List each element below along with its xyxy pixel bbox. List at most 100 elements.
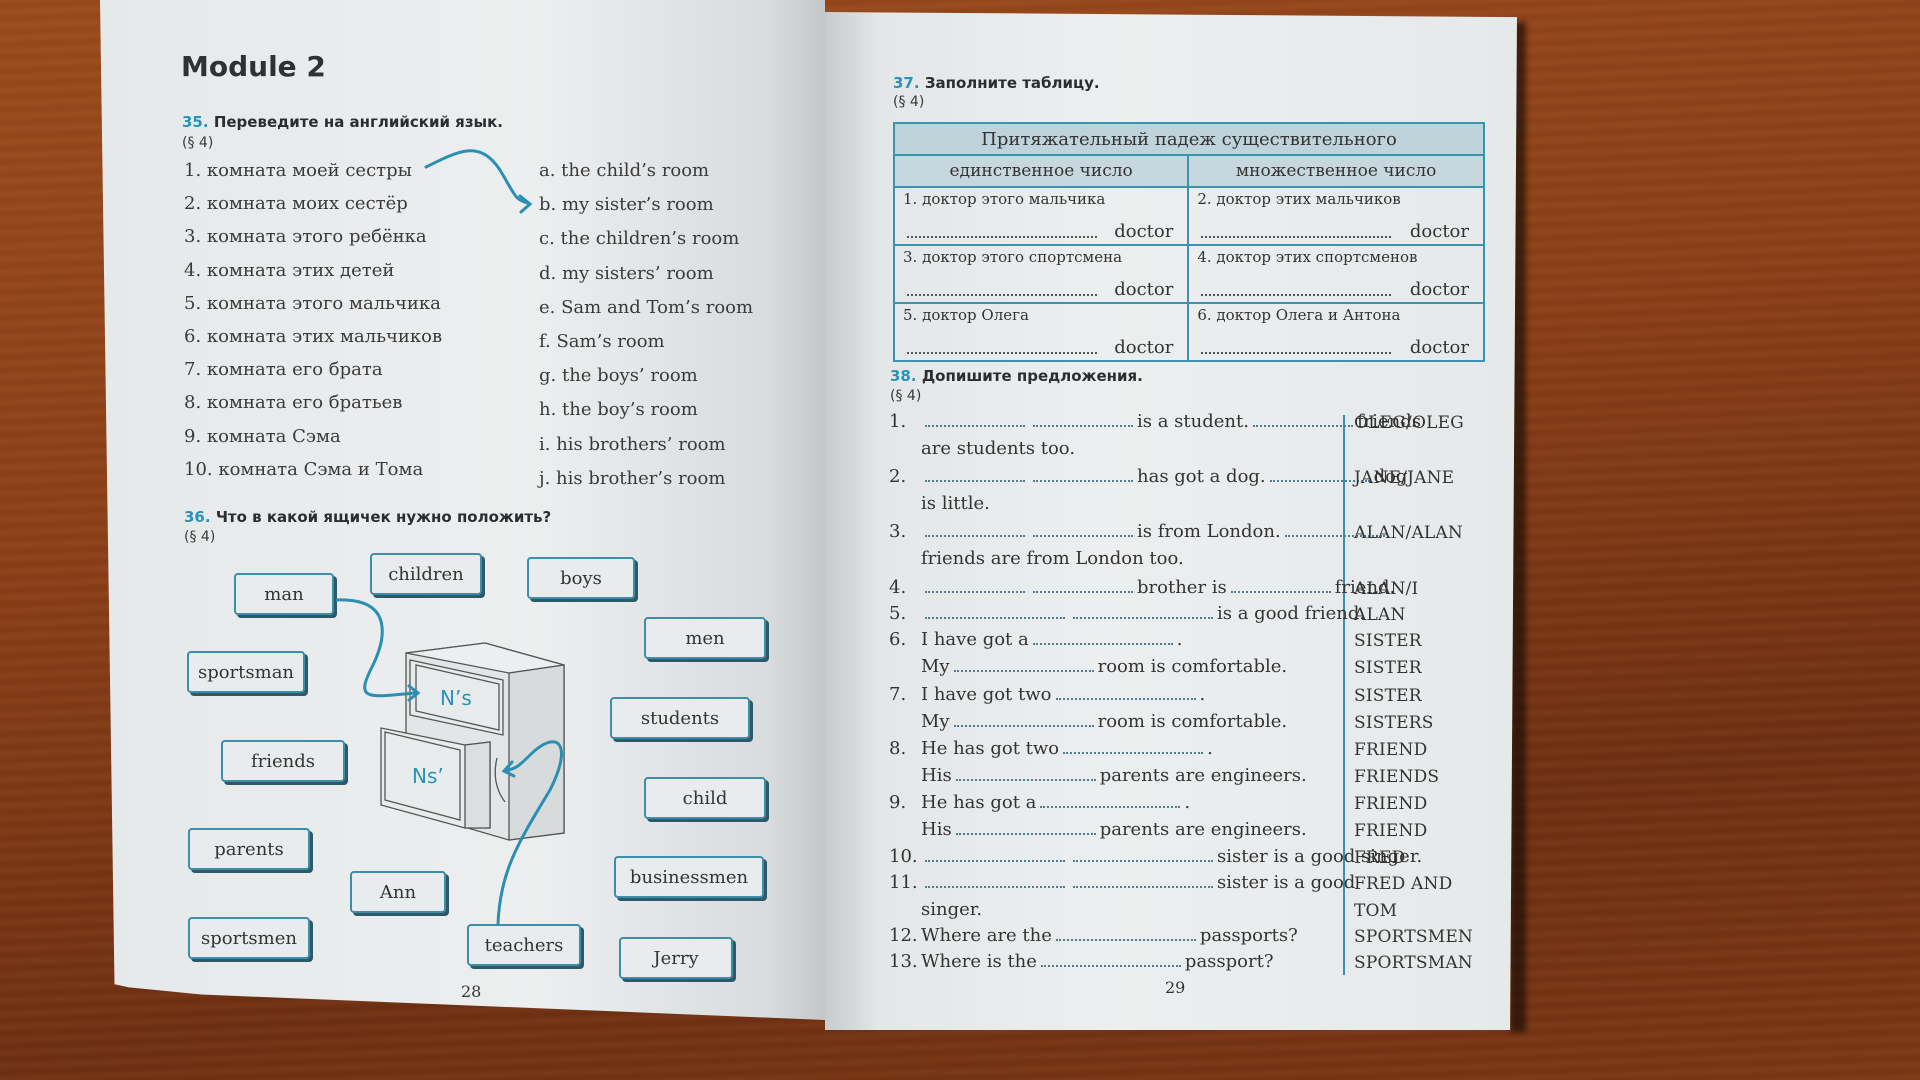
blank-input[interactable] — [1073, 874, 1213, 888]
sentence-text: Where are the — [921, 925, 1052, 946]
english-phrase: i. his brothers’ room — [539, 433, 726, 455]
sentence-text: He has got two — [921, 738, 1060, 759]
blank-line[interactable] — [1201, 294, 1392, 296]
table-row: 3. доктор этого спортсмена doctor 4. докт… — [892, 244, 1485, 304]
sentence-line: 11. sister is a good — [889, 872, 1355, 893]
blank-input[interactable] — [925, 848, 1065, 862]
paragraph-ref: (§ 4) — [890, 388, 922, 404]
blank-input[interactable] — [1063, 740, 1204, 754]
word-card[interactable]: sportsman — [187, 651, 305, 693]
sentence-text: He has got a — [921, 792, 1037, 813]
blank-input[interactable] — [1033, 523, 1133, 537]
exercise-number: 35. — [182, 113, 209, 131]
blank-input[interactable] — [1033, 413, 1133, 427]
sentence-line: 7. I have got two. — [889, 684, 1205, 705]
blank-input[interactable] — [955, 821, 1096, 835]
blank-line[interactable] — [907, 294, 1097, 296]
word-card[interactable]: friends — [221, 740, 345, 782]
word-hint: SISTER — [1354, 686, 1422, 706]
english-phrase: g. the boys’ room — [539, 365, 698, 387]
blank-input[interactable] — [1033, 468, 1133, 482]
english-phrase: b. my sister’s room — [539, 194, 714, 216]
sentence-line: 1. is a student. friends — [889, 411, 1421, 432]
exercise-instruction: Переведите на английский язык. — [213, 113, 503, 131]
blank-input[interactable] — [925, 874, 1065, 888]
sentence-number: 1. — [889, 411, 907, 432]
blank-input[interactable] — [1252, 413, 1353, 427]
word-card[interactable]: children — [370, 553, 482, 595]
blank-input[interactable] — [1055, 686, 1196, 700]
word-card[interactable]: teachers — [467, 924, 581, 966]
blank-input[interactable] — [925, 605, 1065, 619]
blank-input[interactable] — [1040, 953, 1181, 967]
blank-input[interactable] — [1032, 631, 1173, 645]
word-card[interactable]: businessmen — [614, 856, 764, 898]
page-number-left: 28 — [461, 982, 482, 1001]
table-cell[interactable]: 5. доктор Олега doctor — [892, 302, 1190, 362]
word-card[interactable]: boys — [527, 557, 635, 599]
blank-input[interactable] — [925, 579, 1025, 593]
english-phrase: e. Sam and Tom’s room — [539, 296, 754, 318]
blank-line[interactable] — [1201, 352, 1392, 354]
word-card[interactable]: students — [610, 697, 750, 739]
sentence-line: My room is comfortable. — [889, 711, 1287, 732]
table-cell[interactable]: 4. доктор этих спортсменов doctor — [1187, 244, 1485, 304]
english-phrase: f. Sam’s room — [539, 331, 665, 352]
russian-phrase: 8. комната его братьев — [184, 392, 403, 414]
blank-input[interactable] — [955, 767, 1096, 781]
table-cell[interactable]: 2. доктор этих мальчиков doctor — [1187, 186, 1485, 246]
column-singular: единственное число — [892, 154, 1190, 188]
column-plural: множественное число — [1187, 154, 1485, 188]
sentence-number: 9. — [889, 792, 907, 813]
blank-line[interactable] — [1201, 236, 1392, 238]
table-cell[interactable]: 3. доктор этого спортсмена doctor — [892, 244, 1190, 304]
sentence-text: passport? — [1184, 951, 1274, 972]
sentence-line: His parents are engineers. — [889, 765, 1307, 786]
exercise-number: 38. — [890, 367, 917, 385]
sentence-text: is a student. — [1137, 411, 1249, 432]
sentence-text: friends are from London too. — [921, 548, 1184, 569]
blank-line[interactable] — [907, 352, 1097, 354]
blank-input[interactable] — [1073, 848, 1213, 862]
word-card[interactable]: child — [644, 777, 766, 819]
english-phrase: j. his brother’s room — [539, 467, 726, 489]
paragraph-ref: (§ 4) — [182, 135, 214, 151]
blank-input[interactable] — [1230, 579, 1331, 593]
word-card[interactable]: sportsmen — [188, 917, 310, 959]
russian-phrase: 2. комната моих сестёр — [184, 193, 408, 215]
blank-input[interactable] — [925, 413, 1025, 427]
sentence-number: 10. — [889, 846, 918, 867]
word-card[interactable]: parents — [188, 828, 310, 870]
blank-input[interactable] — [1055, 927, 1196, 941]
sentence-text: is from London. — [1137, 521, 1281, 542]
table-cell[interactable]: 6. доктор Олега и Антона doctor — [1187, 302, 1485, 362]
table-cell[interactable]: 1. доктор этого мальчика doctor — [892, 186, 1190, 246]
blank-input[interactable] — [925, 468, 1025, 482]
word-card[interactable]: Jerry — [619, 937, 733, 979]
russian-phrase: 6. комната этих мальчиков — [184, 326, 443, 347]
sentence-text: . — [1199, 684, 1206, 705]
blank-input[interactable] — [953, 713, 1094, 727]
sentence-text: is a good friend. — [1217, 603, 1366, 624]
word-hint: ALAN/ALAN — [1354, 523, 1463, 543]
word-card[interactable]: men — [644, 617, 766, 659]
word-card[interactable]: man — [234, 573, 334, 615]
blank-input[interactable] — [953, 658, 1094, 672]
sentence-text: I have got two — [921, 684, 1052, 705]
russian-phrase: 10. комната Сэма и Тома — [184, 458, 424, 480]
blank-line[interactable] — [907, 236, 1097, 238]
sentence-text: are students too. — [921, 438, 1076, 459]
word-card[interactable]: Ann — [350, 871, 446, 913]
word-hint: FRIEND — [1354, 794, 1428, 814]
sentence-number: 6. — [889, 629, 907, 650]
sentence-text: Where is the — [921, 951, 1037, 972]
blank-input[interactable] — [1073, 605, 1213, 619]
blank-input[interactable] — [1040, 794, 1181, 808]
exercise-instruction: Что в какой ящичек нужно положить? — [215, 508, 552, 526]
paragraph-ref: (§ 4) — [184, 529, 216, 545]
blank-input[interactable] — [1033, 579, 1133, 593]
sentence-line: is little. — [889, 493, 990, 514]
sentence-number: 2. — [889, 466, 907, 487]
sentence-line: His parents are engineers. — [889, 819, 1307, 840]
blank-input[interactable] — [925, 523, 1025, 537]
